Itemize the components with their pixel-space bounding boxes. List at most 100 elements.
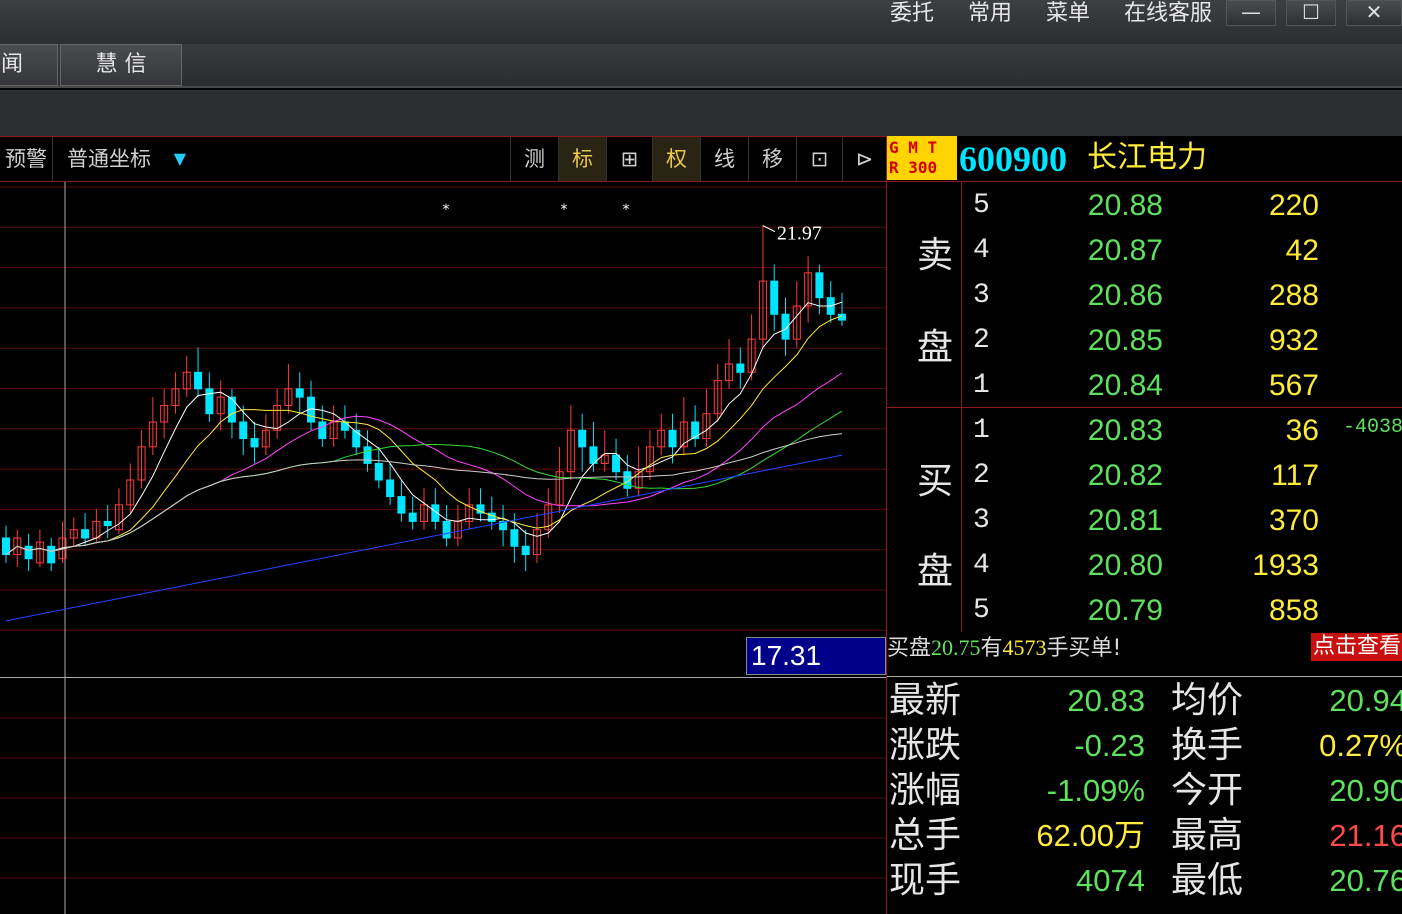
ask-row[interactable]: 4 20.87 42 xyxy=(887,228,1402,273)
tab-news-label: 闻 xyxy=(1,52,24,77)
stats-row: 最新 20.83 均价 20.94 xyxy=(887,678,1402,723)
bid-level: 2 xyxy=(973,460,990,491)
candle-body xyxy=(363,446,372,464)
stat-value: 20.83 xyxy=(1067,683,1145,718)
chart-tool-4[interactable]: 线 xyxy=(700,137,748,181)
candle-body xyxy=(374,462,383,481)
notice-prefix: 买盘 xyxy=(887,636,932,661)
stat-label: 最高 xyxy=(1171,815,1244,856)
chart-tool-3[interactable]: 权 xyxy=(652,137,700,181)
bid-row[interactable]: 2 20.82 117 xyxy=(887,453,1402,498)
bid-level: 3 xyxy=(973,505,990,536)
event-marker: * xyxy=(561,202,568,218)
candle-body xyxy=(340,421,349,431)
candle-body xyxy=(2,537,10,556)
stat-label: 涨跌 xyxy=(889,725,962,766)
coordinate-select-label: 普通坐标 xyxy=(67,147,151,171)
candle-body xyxy=(668,429,677,448)
stat-value: 20.76 xyxy=(1329,863,1402,898)
bid-level: 4 xyxy=(973,550,990,581)
chart-tool-5[interactable]: 移 xyxy=(748,137,796,181)
ask-row[interactable]: 3 20.86 288 xyxy=(887,273,1402,318)
candle-body xyxy=(578,429,587,448)
candle-body xyxy=(442,520,451,539)
chart-tool-2[interactable]: ⊞ xyxy=(606,137,652,181)
bid-row[interactable]: 1 20.83 36 -4038 xyxy=(887,408,1402,453)
event-marker: * xyxy=(443,202,450,218)
ask-row[interactable]: 1 20.84 567 xyxy=(887,363,1402,408)
big-order-notice: 买盘20.75有4573手买单! 点击查看 xyxy=(887,633,1402,677)
view-details-button[interactable]: 点击查看 xyxy=(1310,633,1402,661)
notice-count: 4573 xyxy=(1002,635,1047,660)
volume-panel xyxy=(0,677,886,914)
chart-tool-0[interactable]: 测 xyxy=(510,137,558,181)
ask-volume: 932 xyxy=(1268,324,1319,357)
close-button[interactable]: ✕ xyxy=(1346,0,1402,26)
candle-body xyxy=(397,496,406,514)
bid-price: 20.79 xyxy=(1087,594,1163,627)
candle-body xyxy=(81,529,90,539)
gmtr-badge-line2: R 300 xyxy=(889,158,938,177)
ask-price: 20.88 xyxy=(1087,189,1163,222)
stat-value: -1.09% xyxy=(1046,773,1145,808)
bid-volume: 858 xyxy=(1268,594,1319,627)
candle-body xyxy=(408,512,417,522)
candle-body xyxy=(815,272,824,299)
ask-level: 3 xyxy=(973,280,990,311)
maximize-button[interactable]: ☐ xyxy=(1286,0,1336,26)
candlestick-chart[interactable]: * * * 21.97 xyxy=(0,182,886,677)
ask-level: 4 xyxy=(973,235,990,266)
stat-value: 0.27% xyxy=(1319,728,1402,763)
high-price-label: 21.97 xyxy=(777,223,822,245)
ask-row[interactable]: 2 20.85 932 xyxy=(887,318,1402,363)
alert-button[interactable]: 预警 xyxy=(0,137,52,181)
chart-tool-7[interactable]: ⊳ xyxy=(842,137,886,181)
tab-news[interactable]: 闻 ⋮ xyxy=(0,44,58,117)
bid-volume: 36 xyxy=(1285,414,1319,447)
candle-body xyxy=(352,429,361,448)
ask-volume: 220 xyxy=(1268,189,1319,222)
candle-body xyxy=(736,363,745,373)
bid-row[interactable]: 3 20.81 370 xyxy=(887,498,1402,543)
candle-body xyxy=(194,371,203,390)
bid-volume: 117 xyxy=(1271,459,1319,492)
stat-value: 62.00万 xyxy=(1036,818,1145,853)
volume-grid xyxy=(0,678,886,914)
candle-body xyxy=(318,421,327,440)
minimize-button[interactable]: — xyxy=(1226,0,1276,26)
menu-common[interactable]: 常用 xyxy=(968,0,1012,30)
menu-entrust[interactable]: 委托 xyxy=(890,0,934,30)
candle-body xyxy=(205,388,214,415)
high-pointer xyxy=(762,225,776,233)
ask-volume: 288 xyxy=(1268,279,1319,312)
stock-code: 600900 xyxy=(959,139,1067,179)
ma30-line xyxy=(5,410,843,556)
candle-body xyxy=(521,545,530,556)
title-bar: 委托 常用 菜单 在线客服 — ☐ ✕ xyxy=(0,0,1402,44)
notice-price: 20.75 xyxy=(931,635,981,660)
menu-main[interactable]: 菜单 xyxy=(1046,0,1090,30)
candle-body xyxy=(386,479,395,498)
ask-volume: 42 xyxy=(1285,234,1319,267)
candle-body xyxy=(24,545,33,560)
stat-label: 均价 xyxy=(1171,680,1244,721)
menu-online-service[interactable]: 在线客服 xyxy=(1124,0,1212,30)
bid-price: 20.80 xyxy=(1087,549,1163,582)
ask-row[interactable]: 5 20.88 220 xyxy=(887,183,1402,228)
tab-huixin[interactable]: 慧 信 xyxy=(60,44,182,86)
ask-level: 5 xyxy=(973,190,990,221)
chart-tool-6[interactable]: ⊡ xyxy=(796,137,842,181)
candle-body xyxy=(239,421,248,440)
stat-label: 换手 xyxy=(1171,725,1244,766)
header-divider xyxy=(887,181,1402,182)
bid-volume: 1933 xyxy=(1252,549,1319,582)
stat-label: 今开 xyxy=(1171,770,1244,811)
chart-tool-1[interactable]: 标 xyxy=(558,137,606,181)
ask-level: 2 xyxy=(973,325,990,356)
bid-row[interactable]: 5 20.79 858 xyxy=(887,588,1402,633)
candle-body xyxy=(770,280,779,315)
stat-value: 4074 xyxy=(1076,863,1145,898)
ask-price: 20.86 xyxy=(1087,279,1163,312)
bid-row[interactable]: 4 20.80 1933 xyxy=(887,543,1402,588)
coordinate-select[interactable]: 普通坐标 ▼ xyxy=(52,137,190,181)
